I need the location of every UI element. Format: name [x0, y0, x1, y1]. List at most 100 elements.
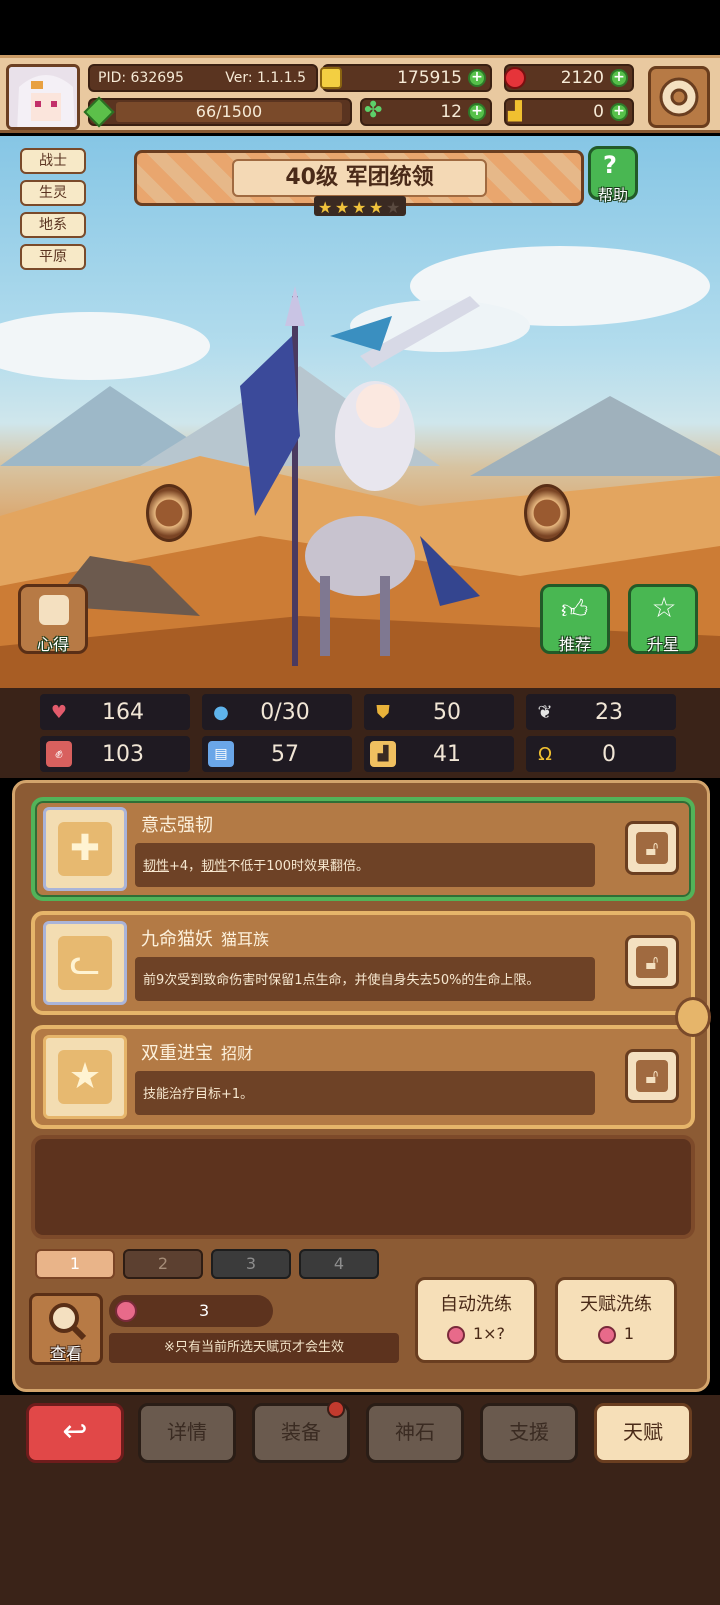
back-arrow-icon: ↩ — [62, 1414, 88, 1449]
auto-wash-cost-value: 1×? — [472, 1324, 506, 1343]
talent-slot-empty — [31, 1135, 695, 1239]
clover-icon: ✤ — [364, 98, 383, 123]
tips-label: 心得 — [36, 635, 69, 654]
next-hero-button[interactable] — [524, 484, 570, 542]
gold-coin-icon — [320, 67, 342, 89]
talent-page-tab-4[interactable]: 4 — [299, 1249, 379, 1279]
energy-bar: 66/1500 — [116, 102, 342, 122]
avatar-portrait-icon — [9, 67, 77, 127]
auto-wash-label: 自动洗练 — [440, 1294, 512, 1315]
star-filled-icon: ★ — [352, 198, 367, 217]
talent-description: 技能治疗目标+1。 — [135, 1071, 595, 1115]
star-icon: ★ — [58, 1050, 112, 1104]
tag-element-earth[interactable]: 地系 — [20, 212, 86, 238]
talent-wash-button[interactable]: 天赋洗练 1 — [555, 1277, 677, 1363]
desc-text: 不低于100时效果翻倍。 — [227, 859, 370, 874]
tips-button[interactable]: 心得 — [18, 584, 88, 654]
talent-slot-1[interactable]: ✚ 意志强韧 韧性+4，韧性不低于100时效果翻倍。 🔓︎ — [31, 797, 695, 901]
talent-title: 九命猫妖 — [141, 929, 213, 950]
side-expand-button[interactable] — [675, 997, 711, 1037]
wing-icon: ❦ — [537, 701, 553, 723]
star-up-button[interactable]: ☆ 升星 — [628, 584, 698, 654]
energy-leaf-icon — [83, 96, 115, 128]
boot-icon: ▟ — [370, 741, 396, 767]
hero-scene: 战士 生灵 地系 平原 40级 军团统领 ★ ★ ★ ★ ★ ? 帮助 心得 👍︎ 推荐… — [0, 136, 720, 688]
stat-value: 164 — [102, 699, 144, 725]
nav-godstone[interactable]: 神石 — [366, 1403, 464, 1463]
shoe-amount: 0 — [593, 102, 604, 122]
top-bar: PID: 632695 Ver: 1.1.1.5 175915 + 2120 +… — [0, 55, 720, 133]
stat-mana: ● 0/30 — [202, 694, 352, 730]
auto-wash-button[interactable]: 自动洗练 1×? — [415, 1277, 537, 1363]
talent-wash-label: 天赋洗练 — [580, 1294, 652, 1315]
view-label: 查看 — [49, 1344, 82, 1363]
peach-count: 3 — [199, 1301, 210, 1320]
thumbs-up-icon: 👍︎ — [561, 595, 589, 625]
game-version: Ver: 1.1.1.5 — [225, 70, 306, 86]
talent-lock-button[interactable]: 🔓︎ — [625, 935, 679, 989]
hero-star-rating: ★ ★ ★ ★ ★ — [314, 196, 406, 216]
stat-defense: ⛊ 50 — [364, 694, 514, 730]
landscape-background — [0, 246, 720, 688]
talent-lock-button[interactable]: 🔓︎ — [625, 1049, 679, 1103]
nav-talent[interactable]: 天赋 — [594, 1403, 692, 1463]
add-gem-button[interactable]: + — [610, 69, 628, 87]
talent-description: 前9次受到致命伤害时保留1点生命，并使自身失去50%的生命上限。 — [135, 957, 595, 1001]
talent-subtitle: 猫耳族 — [221, 930, 270, 949]
add-clover-button[interactable]: + — [468, 103, 486, 121]
drop-icon: ● — [213, 701, 229, 723]
book-icon: ▤ — [208, 741, 234, 767]
padlock-icon: 🔓︎ — [636, 832, 668, 864]
talent-wash-cost: 1 — [558, 1324, 674, 1344]
peach-count-box: 3 — [109, 1295, 273, 1327]
talent-slot-2[interactable]: ᓚ 九命猫妖 猫耳族 前9次受到致命伤害时保留1点生命，并使自身失去50%的生命上… — [31, 911, 695, 1015]
tag-class-warrior[interactable]: 战士 — [20, 148, 86, 174]
talent-lock-button[interactable]: 🔓︎ — [625, 821, 679, 875]
previous-hero-button[interactable] — [146, 484, 192, 542]
question-icon: ? — [603, 151, 617, 179]
recommend-button[interactable]: 👍︎ 推荐 — [540, 584, 610, 654]
settings-button[interactable] — [648, 66, 710, 128]
stat-speed: ▟ 41 — [364, 736, 514, 772]
star-filled-icon: ★ — [318, 198, 333, 217]
talent-page-tab-3[interactable]: 3 — [211, 1249, 291, 1279]
energy-box: 66/1500 — [83, 96, 352, 128]
stat-agility: ❦ 23 — [526, 694, 676, 730]
keyword-link[interactable]: 韧性 — [201, 859, 227, 874]
talent-image: ✚ — [43, 807, 127, 891]
nav-support[interactable]: 支援 — [480, 1403, 578, 1463]
nav-details[interactable]: 详情 — [138, 1403, 236, 1463]
nav-equipment[interactable]: 装备 — [252, 1400, 350, 1463]
peach-icon — [446, 1325, 465, 1344]
add-gold-button[interactable]: + — [468, 69, 486, 87]
star-up-label: 升星 — [646, 635, 679, 654]
bottom-nav: ↩ 详情 装备 神石 支援 天赋 — [0, 1395, 720, 1605]
talent-title: 双重进宝 — [141, 1043, 213, 1064]
keyword-link[interactable]: 韧性 — [143, 859, 169, 874]
tag-race-creature[interactable]: 生灵 — [20, 180, 86, 206]
clover-amount: 12 — [440, 102, 462, 122]
horseshoe-icon: Ω — [538, 743, 552, 765]
back-button[interactable]: ↩ — [26, 1403, 124, 1463]
talent-page-tab-2[interactable]: 2 — [123, 1249, 203, 1279]
star-empty-icon: ★ — [386, 198, 401, 217]
tag-terrain-plains[interactable]: 平原 — [20, 244, 86, 270]
nav-equipment-label: 装备 — [281, 1420, 321, 1444]
talent-title: 意志强韧 — [141, 815, 213, 836]
talent-slot-3[interactable]: ★ 双重进宝 招财 技能治疗目标+1。 🔓︎ — [31, 1025, 695, 1129]
stat-attack: ✊︎ 103 — [40, 736, 190, 772]
page-note: ※只有当前所选天赋页才会生效 — [109, 1333, 399, 1363]
help-button[interactable]: ? 帮助 — [588, 146, 638, 204]
view-button[interactable]: 查看 — [29, 1293, 103, 1365]
gear-icon — [659, 77, 699, 117]
player-avatar[interactable] — [6, 64, 80, 130]
fist-icon: ✊︎ — [46, 741, 72, 767]
talent-wash-cost-value: 1 — [623, 1324, 635, 1343]
help-label: 帮助 — [597, 186, 628, 204]
add-shoe-button[interactable]: + — [610, 103, 628, 121]
magnifier-icon — [49, 1303, 87, 1341]
star-filled-icon: ★ — [335, 198, 350, 217]
talent-page-tab-1[interactable]: 1 — [35, 1249, 115, 1279]
desc-text: +4， — [169, 859, 202, 874]
stat-value: 41 — [433, 741, 461, 767]
